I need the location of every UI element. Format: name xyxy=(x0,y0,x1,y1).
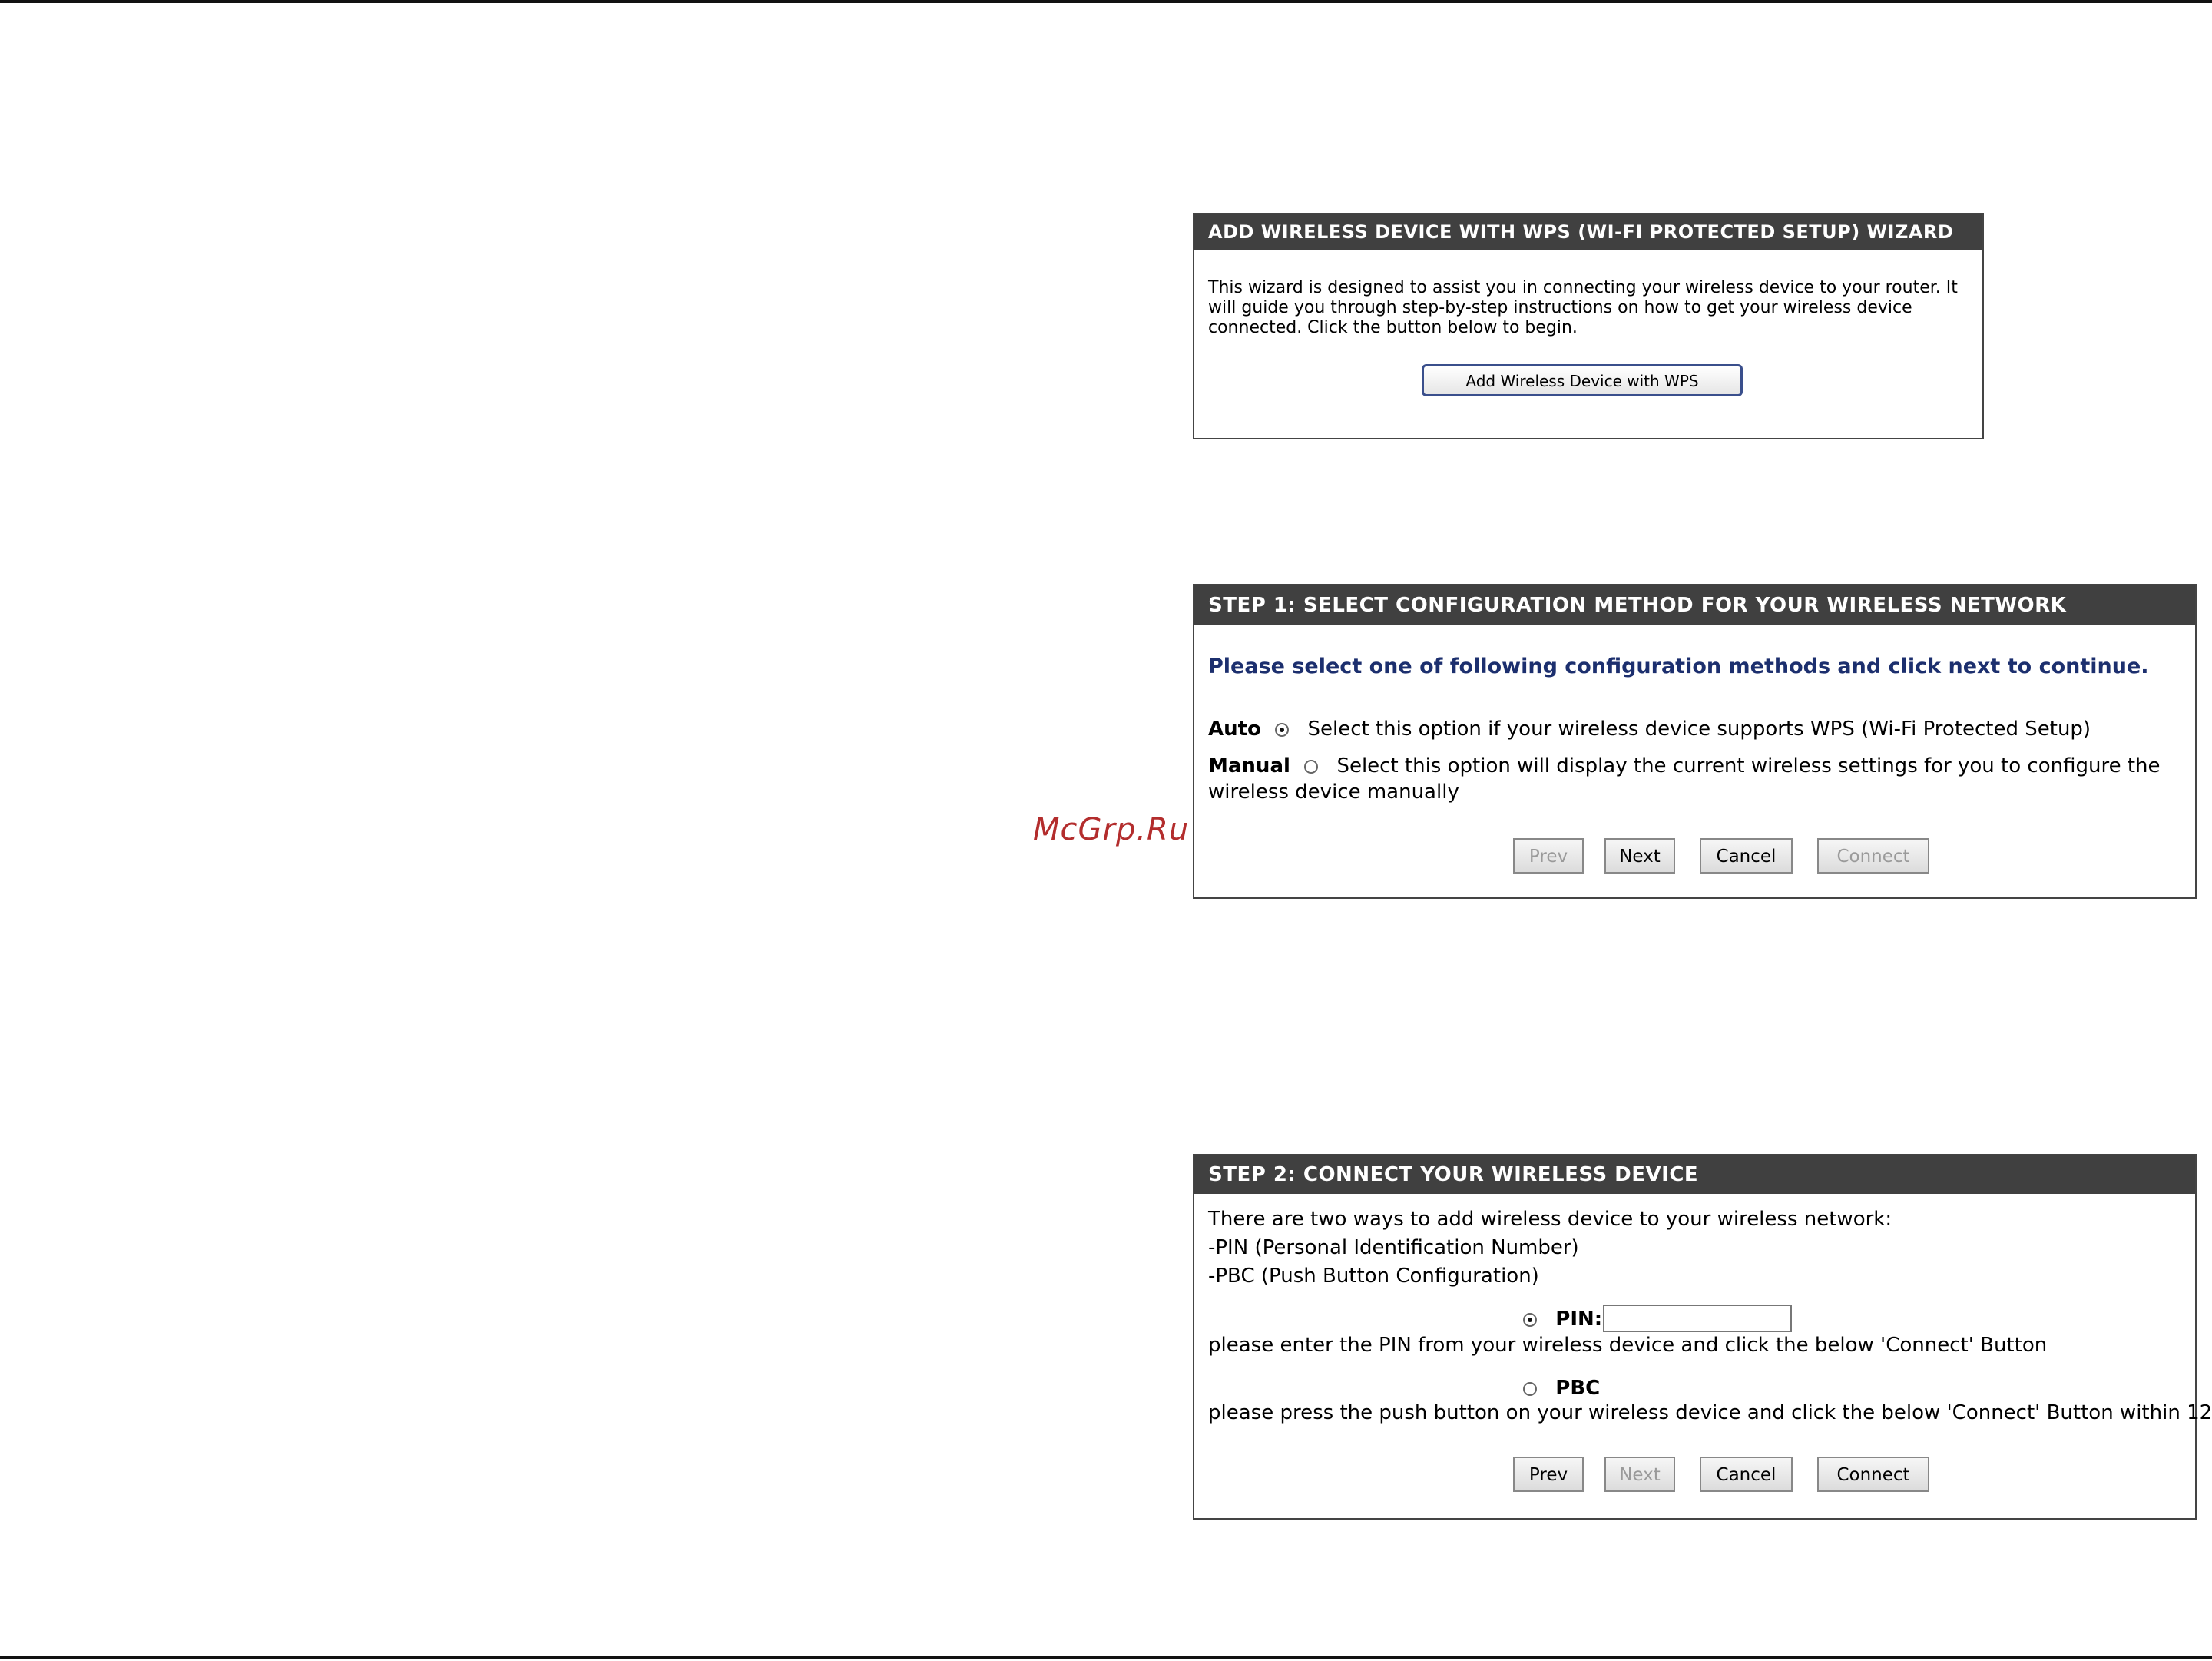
step1-prev-button[interactable]: Prev xyxy=(1513,838,1584,874)
pin-option-row: PIN: xyxy=(1523,1306,1602,1332)
pin-input[interactable] xyxy=(1603,1305,1792,1332)
step1-prompt: Please select one of following configura… xyxy=(1208,655,2149,678)
step1-connect-button[interactable]: Connect xyxy=(1817,838,1929,874)
pin-radio[interactable] xyxy=(1523,1312,1537,1327)
auto-radio[interactable] xyxy=(1275,722,1290,737)
option-auto-row: Auto Select this option if your wireless… xyxy=(1208,716,2184,742)
pbc-option-row: PBC xyxy=(1523,1375,1600,1401)
pbc-help-text: please press the push button on your wir… xyxy=(1208,1401,2212,1424)
add-wireless-device-wps-button[interactable]: Add Wireless Device with WPS xyxy=(1422,364,1743,396)
step1-next-button[interactable]: Next xyxy=(1604,838,1675,874)
step2-next-button[interactable]: Next xyxy=(1604,1457,1675,1492)
option-auto-text: Select this option if your wireless devi… xyxy=(1307,718,2091,741)
pin-help-text: please enter the PIN from your wireless … xyxy=(1208,1334,2048,1357)
step1-cancel-button[interactable]: Cancel xyxy=(1700,838,1793,874)
pbc-radio[interactable] xyxy=(1523,1381,1537,1396)
wps-wizard-title: ADD WIRELESS DEVICE WITH WPS (WI-FI PROT… xyxy=(1194,214,1982,250)
step1-panel: STEP 1: SELECT CONFIGURATION METHOD FOR … xyxy=(1193,584,2197,899)
method-pin-text: -PIN (Personal Identification Number) xyxy=(1208,1236,1579,1259)
pbc-label: PBC xyxy=(1555,1377,1601,1400)
option-manual-text: Select this option will display the curr… xyxy=(1208,754,2161,804)
wps-wizard-panel: ADD WIRELESS DEVICE WITH WPS (WI-FI PROT… xyxy=(1193,213,1984,439)
bottom-rule xyxy=(0,1656,2212,1659)
step2-panel: STEP 2: CONNECT YOUR WIRELESS DEVICE The… xyxy=(1193,1154,2212,1520)
step2-cancel-button[interactable]: Cancel xyxy=(1700,1457,1793,1492)
step2-prev-button[interactable]: Prev xyxy=(1513,1457,1584,1492)
manual-radio[interactable] xyxy=(1304,759,1319,774)
step2-intro: There are two ways to add wireless devic… xyxy=(1208,1208,1892,1231)
step2-connect-button[interactable]: Connect xyxy=(1817,1457,1929,1492)
method-pbc-text: -PBC (Push Button Configuration) xyxy=(1208,1265,1539,1288)
pin-label: PIN: xyxy=(1555,1308,1603,1331)
wps-wizard-description: This wizard is designed to assist you in… xyxy=(1208,278,1958,337)
option-manual-label: Manual xyxy=(1208,754,1290,777)
step2-title: STEP 2: CONNECT YOUR WIRELESS DEVICE xyxy=(1194,1155,2195,1194)
watermark-text: McGrp.Ru xyxy=(1033,812,1190,847)
option-auto-label: Auto xyxy=(1208,718,1261,741)
top-rule xyxy=(0,0,2212,3)
option-manual-row: Manual Select this option will display t… xyxy=(1208,753,2184,805)
step1-title: STEP 1: SELECT CONFIGURATION METHOD FOR … xyxy=(1194,585,2195,625)
